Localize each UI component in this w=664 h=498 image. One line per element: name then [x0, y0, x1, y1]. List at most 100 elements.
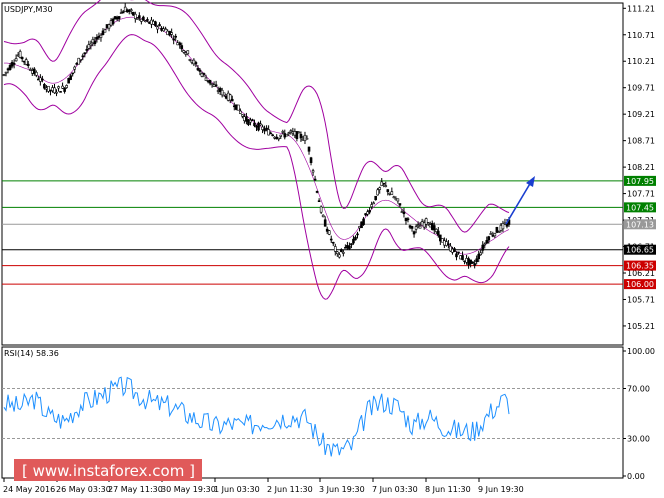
candle-body [206, 80, 210, 82]
candle-body [392, 196, 396, 199]
candle-body [477, 253, 481, 260]
candle-body [230, 98, 234, 102]
candle-body [218, 88, 222, 92]
candle-body [465, 258, 468, 263]
candle-body [451, 248, 454, 253]
candle-body [91, 39, 95, 44]
candle-body [457, 251, 460, 254]
candle-body [22, 60, 26, 63]
candle-body [79, 59, 83, 61]
candle-body [156, 26, 159, 30]
candle-body [400, 211, 404, 213]
candle-body [247, 119, 250, 125]
candle-body [61, 85, 64, 89]
candle-body [8, 65, 12, 70]
candle-body [35, 72, 38, 76]
candle-body [200, 73, 204, 77]
candle-body [237, 104, 240, 111]
candle-body [154, 21, 157, 27]
candle-body [348, 245, 351, 250]
candle-body [57, 86, 60, 89]
candle-body [105, 24, 109, 29]
candle-body [459, 255, 462, 260]
time-tick-label: 3 Jun 19:30 [319, 485, 365, 494]
price-tick-label: 111.21 [627, 4, 655, 13]
rsi-tick-label: 100.00 [627, 347, 655, 356]
candle-body [53, 87, 56, 94]
candle-body [281, 131, 285, 133]
price-tick-label: 108.71 [627, 137, 655, 146]
candle-body [241, 114, 244, 117]
candle-body [150, 19, 153, 25]
candle-body [67, 78, 70, 84]
candle-body [293, 131, 297, 136]
candle-body [73, 66, 76, 70]
candle-body [39, 77, 42, 82]
candle-body [406, 218, 410, 221]
candle-body [354, 236, 357, 241]
candle-body [382, 182, 386, 185]
candle-body [69, 75, 72, 80]
candle-body [109, 20, 113, 26]
candle-body [77, 57, 81, 65]
candle-body [6, 68, 10, 71]
candle-body [426, 222, 430, 225]
candle-body [121, 11, 125, 14]
rsi-panel [1, 346, 624, 479]
price-tick-label: 108.21 [627, 163, 655, 172]
rsi-label: RSI(14) 58.36 [4, 349, 59, 358]
candle-body [267, 129, 270, 136]
candle-body [196, 68, 200, 71]
candle-body [439, 234, 442, 242]
candle-body [97, 36, 101, 38]
candle-body [352, 238, 355, 244]
candle-body [287, 132, 291, 134]
candle-body [16, 54, 20, 57]
candle-body [463, 260, 466, 263]
candle-body [481, 244, 485, 251]
candle-body [65, 85, 68, 88]
candle-body [321, 214, 325, 218]
candle-body [55, 91, 58, 94]
candle-body [226, 92, 230, 101]
candle-body [49, 89, 52, 92]
candle-body [420, 221, 424, 226]
candle-body [368, 210, 371, 213]
candle-body [356, 233, 359, 236]
candle-body [467, 258, 470, 266]
candle-body [398, 203, 402, 206]
candle-body [239, 110, 242, 114]
candle-body [295, 131, 299, 139]
candle-body [204, 77, 208, 81]
candle-body [325, 228, 329, 232]
candle-body [479, 252, 483, 255]
trading-chart[interactable]: 111.21 110.71 110.21 109.71 109.21 108.71 108.… [0, 0, 664, 498]
candle-body [362, 218, 365, 225]
candle-body [174, 35, 177, 38]
candle-body [127, 9, 131, 13]
candle-body [461, 255, 464, 261]
candle-body [14, 58, 18, 62]
price-tick-label: 110.71 [627, 31, 655, 40]
candle-body [81, 55, 85, 58]
candle-body [202, 73, 206, 75]
candle-body [101, 30, 105, 35]
candle-body [111, 18, 115, 25]
candle-body [323, 219, 327, 227]
candle-body [51, 87, 54, 91]
candle-body [432, 225, 436, 231]
candle-body [291, 131, 295, 134]
candle-body [376, 189, 380, 196]
candle-body [2, 74, 6, 76]
candle-body [424, 218, 428, 225]
candle-body [222, 92, 226, 96]
candle-body [313, 178, 317, 181]
level-label-current: 107.13 [626, 220, 654, 229]
candle-body [117, 16, 121, 19]
level-label-resistance: 107.95 [626, 177, 654, 186]
candle-body [501, 223, 505, 230]
candle-body [493, 233, 497, 237]
candle-body [198, 69, 202, 72]
price-tick-label: 105.21 [627, 322, 655, 331]
candle-body [436, 230, 440, 236]
